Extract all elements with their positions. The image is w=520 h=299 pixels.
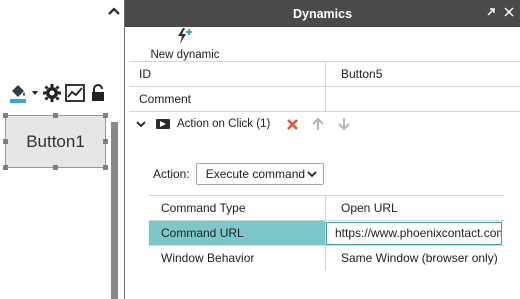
action-event-icon	[155, 116, 171, 132]
resize-handle[interactable]	[103, 165, 108, 170]
collapse-up-icon[interactable]	[107, 4, 121, 18]
command-type-value[interactable]: Open URL	[326, 196, 504, 220]
canvas-toolbar	[8, 82, 108, 104]
resize-handle[interactable]	[53, 113, 58, 118]
panel-title: Dynamics	[292, 6, 353, 21]
table-row: Window Behavior Same Window (browser onl…	[149, 245, 504, 270]
command-table: Command Type Open URL Command URL https:…	[149, 195, 504, 270]
action-row: Action: Execute command	[153, 163, 324, 185]
property-label: Comment	[129, 87, 326, 111]
row-label: Command URL	[149, 221, 326, 245]
gear-icon[interactable]	[42, 82, 62, 104]
table-row: Command Type Open URL	[149, 195, 504, 220]
action-label: Action:	[153, 167, 190, 181]
vertical-scrollbar[interactable]	[111, 122, 118, 299]
property-label: ID	[129, 62, 326, 86]
button-widget-label: Button1	[26, 131, 85, 151]
chevron-down-icon[interactable]	[133, 116, 149, 132]
chart-icon[interactable]	[65, 82, 85, 104]
new-dynamic-button[interactable]: New dynamic	[145, 28, 225, 61]
fill-color-icon[interactable]	[8, 82, 28, 104]
delete-icon[interactable]	[284, 116, 300, 132]
section-label: Action on Click (1)	[177, 118, 271, 130]
resize-handle[interactable]	[53, 165, 58, 170]
chevron-down-icon	[307, 167, 317, 184]
dynamics-panel: Dynamics New dynamic ID Button5 Comment	[124, 0, 520, 299]
table-row: Command URL https://www.phoenixcontact.c…	[149, 220, 504, 245]
property-row-id: ID Button5	[129, 61, 520, 86]
resize-handle[interactable]	[103, 113, 108, 118]
window-behavior-value[interactable]: Same Window (browser only)	[326, 246, 504, 270]
move-up-icon[interactable]	[310, 116, 326, 132]
button-widget[interactable]: Button1	[5, 115, 106, 168]
close-icon[interactable]	[504, 6, 514, 20]
command-url-input[interactable]: https://www.phoenixcontact.com	[326, 221, 502, 245]
design-canvas: Button1	[0, 0, 121, 299]
popout-icon[interactable]	[486, 6, 496, 20]
resize-handle[interactable]	[103, 139, 108, 144]
row-label: Window Behavior	[149, 246, 326, 270]
id-field[interactable]: Button5	[326, 62, 520, 86]
action-on-click-section[interactable]: Action on Click (1)	[129, 111, 520, 136]
comment-field[interactable]	[326, 87, 520, 111]
resize-handle[interactable]	[3, 139, 8, 144]
property-row-comment: Comment	[129, 86, 520, 111]
panel-titlebar: Dynamics	[125, 0, 520, 27]
row-label: Command Type	[149, 196, 326, 220]
lightning-plus-icon	[176, 28, 194, 47]
resize-handle[interactable]	[3, 165, 8, 170]
action-select[interactable]: Execute command	[195, 163, 324, 185]
new-dynamic-label: New dynamic	[150, 49, 220, 61]
action-selected-value: Execute command	[205, 167, 306, 181]
dropdown-arrow-icon[interactable]	[31, 82, 39, 104]
move-down-icon[interactable]	[336, 116, 352, 132]
resize-handle[interactable]	[3, 113, 8, 118]
lock-icon[interactable]	[88, 82, 108, 104]
